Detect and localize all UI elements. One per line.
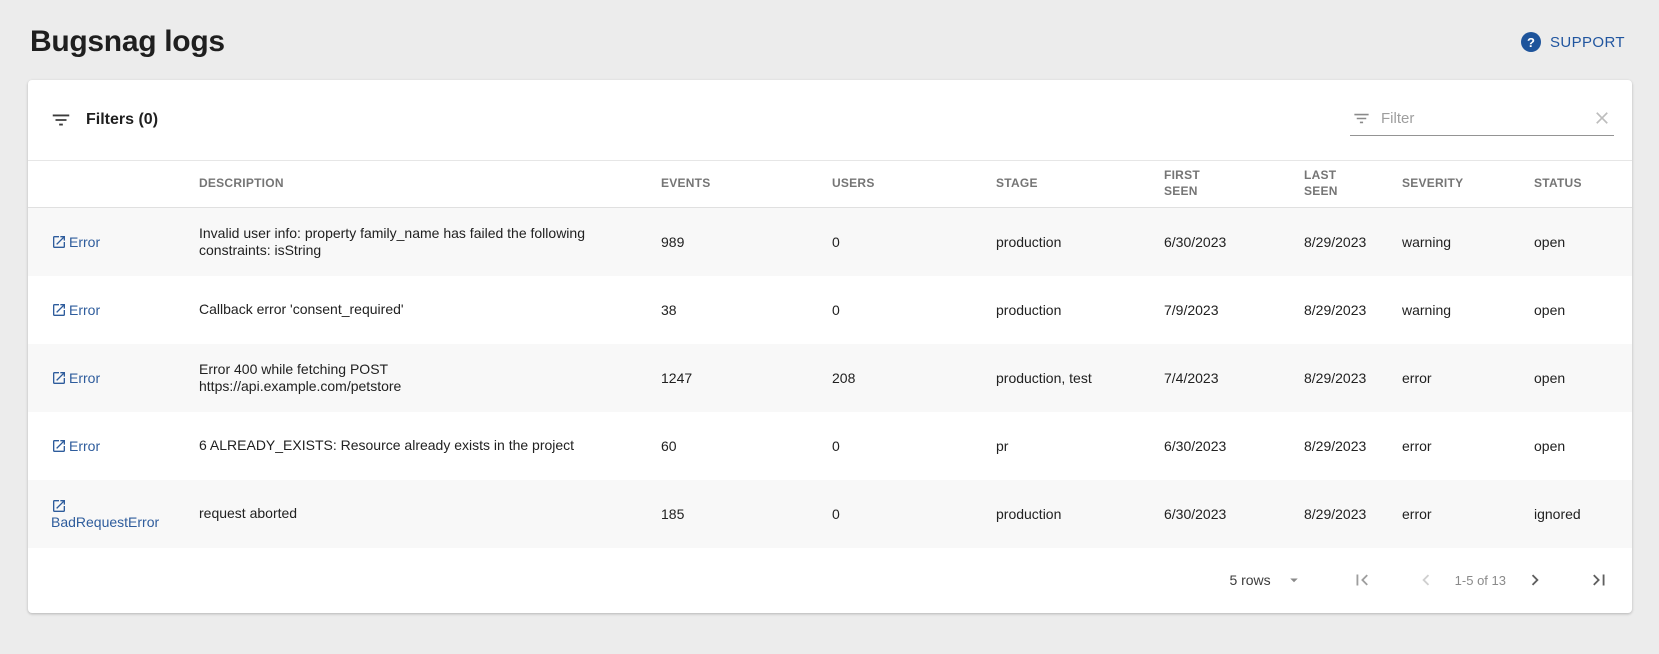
col-header-link: [28, 161, 199, 208]
cell-last-seen: 8/29/2023: [1304, 480, 1402, 548]
cell-stage: production: [996, 276, 1164, 344]
filters-toggle[interactable]: Filters (0): [50, 109, 158, 131]
error-link[interactable]: Error: [51, 438, 100, 454]
rows-per-page-value: 5 rows: [1229, 572, 1270, 588]
cell-description: Error 400 while fetching POST https://ap…: [199, 344, 661, 412]
last-page-button[interactable]: [1588, 569, 1610, 591]
table-row: Error 6 ALREADY_EXISTS: Resource already…: [28, 412, 1632, 480]
error-link[interactable]: Error: [51, 370, 100, 386]
col-header-stage: STAGE: [996, 161, 1164, 208]
cell-description: Invalid user info: property family_name …: [199, 208, 661, 276]
col-header-users: USERS: [832, 161, 996, 208]
filter-icon: [1352, 109, 1371, 128]
cell-events: 989: [661, 208, 832, 276]
cell-status: open: [1534, 276, 1632, 344]
help-icon: ?: [1521, 32, 1541, 52]
first-page-button[interactable]: [1351, 569, 1373, 591]
cell-events: 38: [661, 276, 832, 344]
error-link-label: Error: [69, 370, 100, 386]
filter-input[interactable]: [1381, 110, 1582, 127]
support-label: SUPPORT: [1550, 34, 1625, 51]
cell-stage: production: [996, 480, 1164, 548]
cell-last-seen: 8/29/2023: [1304, 412, 1402, 480]
col-header-description: DESCRIPTION: [199, 161, 661, 208]
col-header-first-seen: FIRST SEEN: [1164, 161, 1304, 208]
open-in-new-icon: [51, 370, 67, 386]
col-header-severity: SEVERITY: [1402, 161, 1534, 208]
chevron-down-icon: [1285, 571, 1303, 589]
cell-severity: error: [1402, 344, 1534, 412]
cell-severity: warning: [1402, 208, 1534, 276]
filter-list-icon: [50, 109, 72, 131]
cell-users: 0: [832, 480, 996, 548]
open-in-new-icon: [51, 438, 67, 454]
error-link[interactable]: BadRequestError: [51, 498, 159, 530]
cell-stage: production: [996, 208, 1164, 276]
logs-table: DESCRIPTION EVENTS USERS STAGE FIRST SEE…: [28, 160, 1632, 548]
cell-status: open: [1534, 208, 1632, 276]
cell-users: 0: [832, 412, 996, 480]
table-row: Error Callback error 'consent_required' …: [28, 276, 1632, 344]
first-page-icon: [1351, 569, 1373, 591]
cell-stage: production, test: [996, 344, 1164, 412]
cell-users: 0: [832, 208, 996, 276]
cell-first-seen: 7/4/2023: [1164, 344, 1304, 412]
cell-last-seen: 8/29/2023: [1304, 344, 1402, 412]
table-row: Error Error 400 while fetching POST http…: [28, 344, 1632, 412]
cell-last-seen: 8/29/2023: [1304, 208, 1402, 276]
pagination-bar: 5 rows 1-5 of 13: [28, 548, 1632, 614]
cell-first-seen: 6/30/2023: [1164, 412, 1304, 480]
chevron-left-icon: [1415, 569, 1437, 591]
error-link-label: Error: [69, 302, 100, 318]
error-link[interactable]: Error: [51, 234, 100, 250]
page-title: Bugsnag logs: [30, 25, 225, 59]
cell-description: 6 ALREADY_EXISTS: Resource already exist…: [199, 412, 661, 480]
error-link-label: Error: [69, 234, 100, 250]
cell-first-seen: 6/30/2023: [1164, 480, 1304, 548]
cell-events: 1247: [661, 344, 832, 412]
error-link-label: Error: [69, 438, 100, 454]
cell-first-seen: 6/30/2023: [1164, 208, 1304, 276]
cell-events: 185: [661, 480, 832, 548]
cell-status: open: [1534, 412, 1632, 480]
cell-description: Callback error 'consent_required': [199, 276, 661, 344]
col-header-status: STATUS: [1534, 161, 1632, 208]
cell-description: request aborted: [199, 480, 661, 548]
open-in-new-icon: [51, 234, 67, 250]
open-in-new-icon: [51, 302, 67, 318]
chevron-right-icon: [1524, 569, 1546, 591]
cell-last-seen: 8/29/2023: [1304, 276, 1402, 344]
cell-status: ignored: [1534, 480, 1632, 548]
filter-field: [1350, 104, 1614, 136]
error-link[interactable]: Error: [51, 302, 100, 318]
table-header-row: DESCRIPTION EVENTS USERS STAGE FIRST SEE…: [28, 161, 1632, 208]
filters-label: Filters (0): [86, 111, 158, 129]
page-header: Bugsnag logs ? SUPPORT: [0, 0, 1659, 60]
table-row: Error Invalid user info: property family…: [28, 208, 1632, 276]
cell-first-seen: 7/9/2023: [1164, 276, 1304, 344]
open-in-new-icon: [51, 498, 67, 514]
cell-users: 208: [832, 344, 996, 412]
cell-severity: error: [1402, 412, 1534, 480]
next-page-button[interactable]: [1524, 569, 1546, 591]
cell-severity: error: [1402, 480, 1534, 548]
table-row: BadRequestError request aborted 185 0 pr…: [28, 480, 1632, 548]
col-header-events: EVENTS: [661, 161, 832, 208]
previous-page-button[interactable]: [1415, 569, 1437, 591]
card-toolbar: Filters (0): [28, 80, 1632, 160]
cell-severity: warning: [1402, 276, 1534, 344]
cell-status: open: [1534, 344, 1632, 412]
rows-per-page-select[interactable]: 5 rows: [1229, 571, 1302, 589]
clear-filter-icon[interactable]: [1592, 108, 1612, 128]
error-link-label: BadRequestError: [51, 514, 159, 530]
col-header-last-seen: LAST SEEN: [1304, 161, 1402, 208]
support-link[interactable]: ? SUPPORT: [1521, 32, 1625, 52]
cell-stage: pr: [996, 412, 1164, 480]
last-page-icon: [1588, 569, 1610, 591]
cell-users: 0: [832, 276, 996, 344]
logs-card: Filters (0) DESCRIPTION EVENTS USERS STA: [28, 80, 1632, 613]
cell-events: 60: [661, 412, 832, 480]
page-range-label: 1-5 of 13: [1455, 573, 1506, 588]
